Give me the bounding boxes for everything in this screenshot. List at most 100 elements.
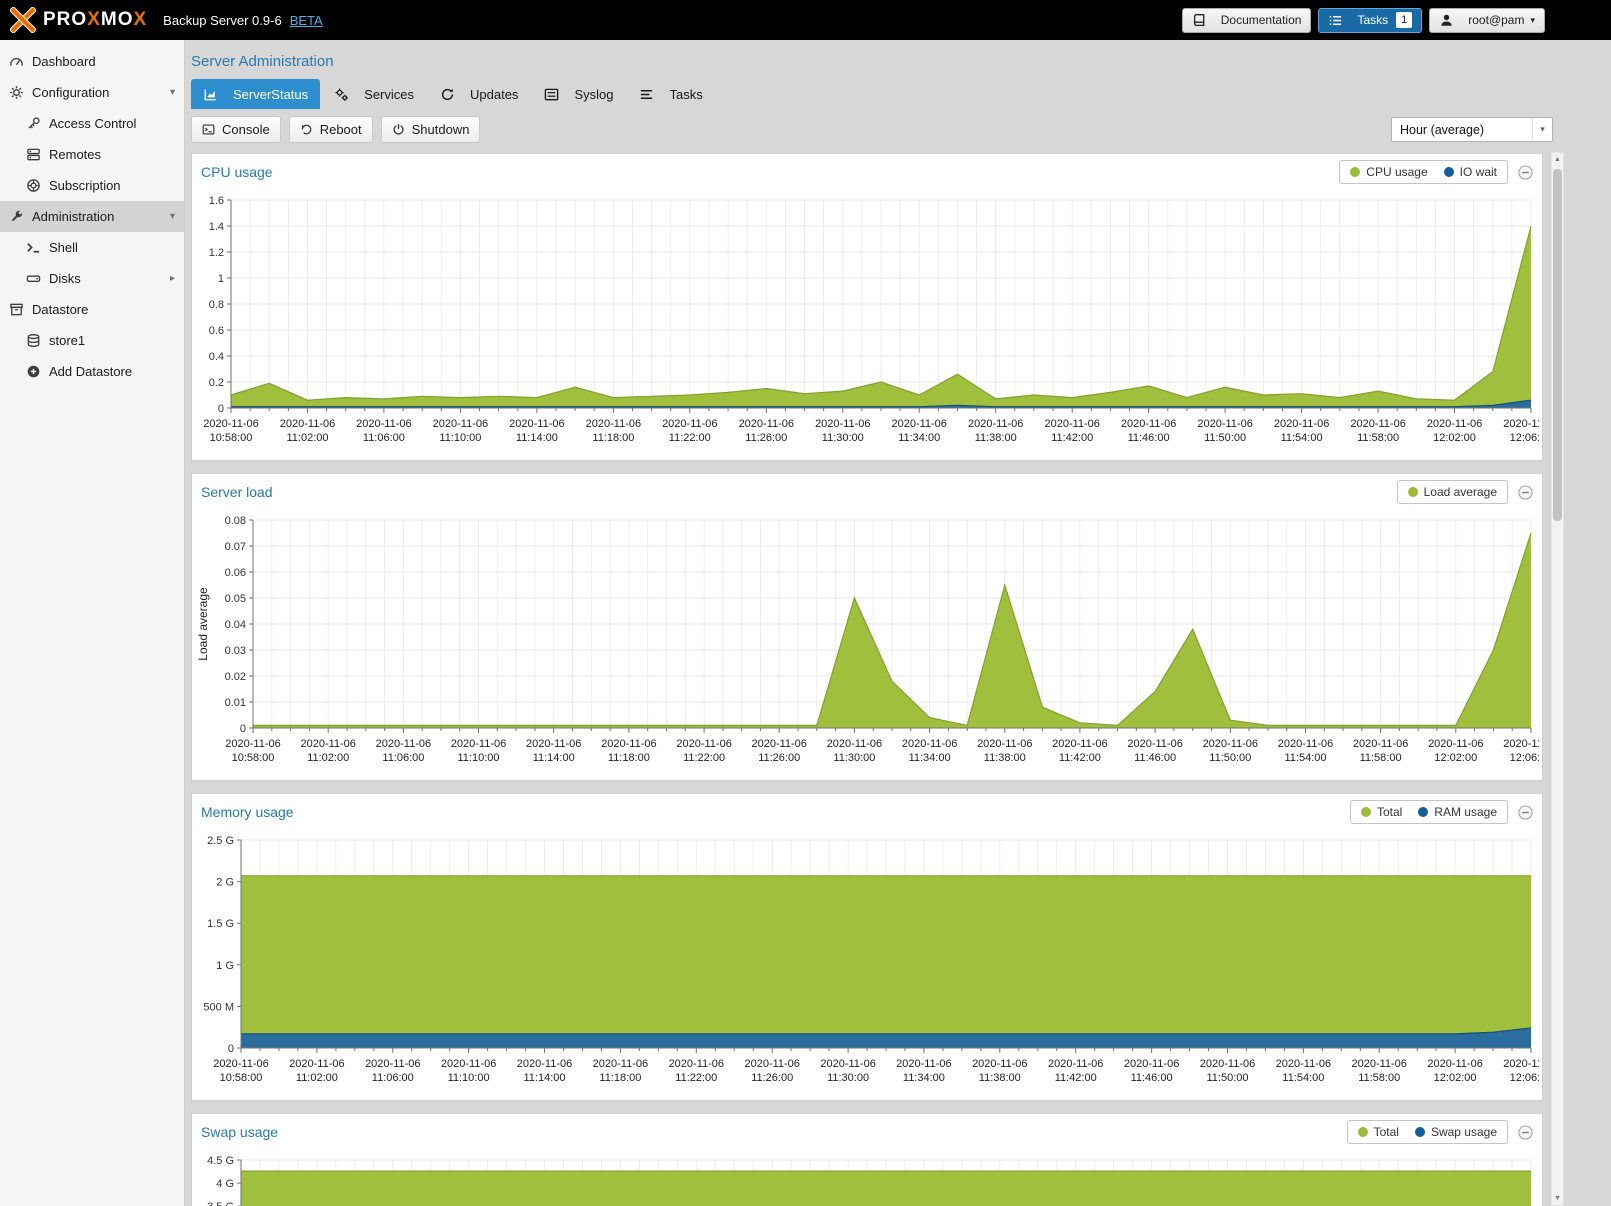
svg-text:12:02:00: 12:02:00	[1434, 752, 1477, 764]
collapse-icon[interactable]	[1518, 485, 1533, 500]
svg-text:11:14:00: 11:14:00	[533, 752, 575, 764]
legend-label: Total	[1377, 805, 1402, 819]
tab-label: Syslog	[574, 87, 613, 102]
panels: CPU usageCPU usageIO wait00.20.40.60.811…	[185, 150, 1611, 1206]
svg-text:2020-11-06: 2020-11-06	[676, 738, 731, 750]
header-actions: Documentation Tasks 1 root@pam ▾	[1182, 8, 1601, 33]
sidebar-item-remotes[interactable]: Remotes	[0, 139, 184, 170]
svg-text:0.03: 0.03	[225, 645, 246, 657]
scroll-down-icon[interactable]: ▼	[1552, 1195, 1563, 1202]
svg-text:2020-11-06: 2020-11-06	[1274, 418, 1329, 430]
svg-text:11:06:00: 11:06:00	[382, 752, 424, 764]
toolbar: Console Reboot Shutdown Hour (average) ▾	[185, 109, 1611, 150]
svg-text:2020-11-06: 2020-11-06	[1427, 418, 1482, 430]
sidebar-item-shell[interactable]: Shell	[0, 232, 184, 263]
sidebar-item-administration[interactable]: Administration▾	[0, 201, 184, 232]
svg-text:2020-11-06: 2020-11-06	[1350, 418, 1405, 430]
tab-serverstatus[interactable]: ServerStatus	[191, 79, 320, 109]
svg-text:10:58:00: 10:58:00	[210, 432, 253, 444]
svg-text:1 G: 1 G	[216, 960, 234, 972]
console-button[interactable]: Console	[191, 116, 281, 143]
tab-label: Services	[364, 87, 414, 102]
timeframe-select[interactable]: Hour (average) ▾	[1391, 117, 1553, 142]
svg-text:11:50:00: 11:50:00	[1209, 752, 1251, 764]
sidebar-item-label: Administration	[32, 209, 114, 224]
sidebar-item-store1[interactable]: store1	[0, 325, 184, 356]
main-content: Server Administration ServerStatusServic…	[185, 40, 1611, 1206]
svg-text:11:18:00: 11:18:00	[608, 752, 650, 764]
svg-text:12:02:00: 12:02:00	[1434, 1072, 1477, 1084]
svg-text:2020-11-06: 2020-11-06	[203, 418, 258, 430]
svg-text:11:54:00: 11:54:00	[1284, 752, 1326, 764]
chart-legend: Load average	[1397, 480, 1508, 504]
svg-text:2020-11-06: 2020-11-06	[1503, 738, 1539, 750]
svg-text:0: 0	[240, 723, 246, 735]
sidebar-item-subscription[interactable]: Subscription	[0, 170, 184, 201]
svg-text:2020-11-06: 2020-11-06	[433, 418, 488, 430]
sidebar-item-datastore[interactable]: Datastore	[0, 294, 184, 325]
svg-text:2020-11-06: 2020-11-06	[1048, 1058, 1103, 1070]
svg-text:0.8: 0.8	[209, 299, 224, 311]
panel-title: Swap usage	[201, 1124, 278, 1140]
tasks-button[interactable]: Tasks 1	[1318, 8, 1422, 33]
proxmox-logo-icon	[10, 7, 36, 33]
svg-text:2020-11-06: 2020-11-06	[744, 1058, 799, 1070]
scrollbar[interactable]: ▲ ▼	[1551, 152, 1564, 1206]
collapse-icon[interactable]	[1518, 1125, 1533, 1140]
reboot-button[interactable]: Reboot	[289, 116, 373, 143]
legend-dot	[1358, 1127, 1368, 1137]
memory-chart: 0500 M1 G1.5 G2 G2.5 G2020-11-0610:58:00…	[195, 830, 1539, 1094]
svg-text:1.6: 1.6	[209, 195, 224, 207]
documentation-button[interactable]: Documentation	[1182, 8, 1312, 33]
panel-body: 0500 M1 G1.5 G2 G2.5 G3 G3.5 G4 G4.5 G20…	[192, 1150, 1542, 1206]
svg-text:11:06:00: 11:06:00	[363, 432, 405, 444]
svg-text:11:50:00: 11:50:00	[1206, 1072, 1248, 1084]
sidebar-item-disks[interactable]: Disks▸	[0, 263, 184, 294]
svg-text:2 G: 2 G	[216, 877, 234, 889]
tab-updates[interactable]: Updates	[428, 79, 530, 109]
svg-text:2020-11-06: 2020-11-06	[601, 738, 656, 750]
svg-text:11:10:00: 11:10:00	[448, 1072, 490, 1084]
svg-text:2020-11-06: 2020-11-06	[526, 738, 581, 750]
shutdown-button[interactable]: Shutdown	[381, 116, 481, 143]
svg-text:2020-11-06: 2020-11-06	[1353, 738, 1408, 750]
collapse-icon[interactable]	[1518, 805, 1533, 820]
svg-text:2020-11-06: 2020-11-06	[815, 418, 870, 430]
user-menu-button[interactable]: root@pam ▾	[1429, 8, 1545, 33]
tab-tasks[interactable]: Tasks	[627, 79, 714, 109]
scroll-up-icon[interactable]: ▲	[1552, 156, 1563, 163]
legend-dot	[1444, 167, 1454, 177]
sidebar-item-add-datastore[interactable]: Add Datastore	[0, 356, 184, 387]
svg-text:11:34:00: 11:34:00	[898, 432, 940, 444]
svg-text:2020-11-06: 2020-11-06	[739, 418, 794, 430]
collapse-icon[interactable]	[1518, 165, 1533, 180]
svg-text:11:06:00: 11:06:00	[372, 1072, 414, 1084]
svg-text:11:22:00: 11:22:00	[669, 432, 711, 444]
book-icon	[1192, 13, 1207, 28]
tab-services[interactable]: Services	[322, 79, 426, 109]
database-icon	[26, 333, 41, 348]
svg-text:2.5 G: 2.5 G	[207, 835, 234, 847]
svg-text:11:54:00: 11:54:00	[1281, 432, 1323, 444]
sidebar-item-access-control[interactable]: Access Control	[0, 108, 184, 139]
legend-dot	[1418, 807, 1428, 817]
svg-text:2020-11-06: 2020-11-06	[365, 1058, 420, 1070]
tab-syslog[interactable]: Syslog	[532, 79, 625, 109]
svg-text:2020-11-06: 2020-11-06	[751, 738, 806, 750]
chart-area-icon	[203, 87, 218, 102]
svg-text:2020-11-06: 2020-11-06	[1203, 738, 1258, 750]
beta-link[interactable]: BETA	[290, 13, 323, 28]
chevron-right-icon: ▸	[170, 273, 175, 284]
svg-text:0.06: 0.06	[225, 567, 246, 579]
sidebar-item-dashboard[interactable]: Dashboard	[0, 46, 184, 77]
svg-text:0.02: 0.02	[225, 671, 246, 683]
button-label: Console	[222, 122, 270, 137]
scrollbar-thumb[interactable]	[1553, 169, 1562, 521]
svg-text:11:46:00: 11:46:00	[1128, 432, 1170, 444]
gears-icon	[9, 85, 24, 100]
sidebar-item-configuration[interactable]: Configuration▾	[0, 77, 184, 108]
svg-text:11:02:00: 11:02:00	[296, 1072, 338, 1084]
chart-legend: TotalSwap usage	[1347, 1120, 1508, 1144]
svg-text:2020-11-06: 2020-11-06	[662, 418, 717, 430]
services-gears-icon	[334, 87, 349, 102]
